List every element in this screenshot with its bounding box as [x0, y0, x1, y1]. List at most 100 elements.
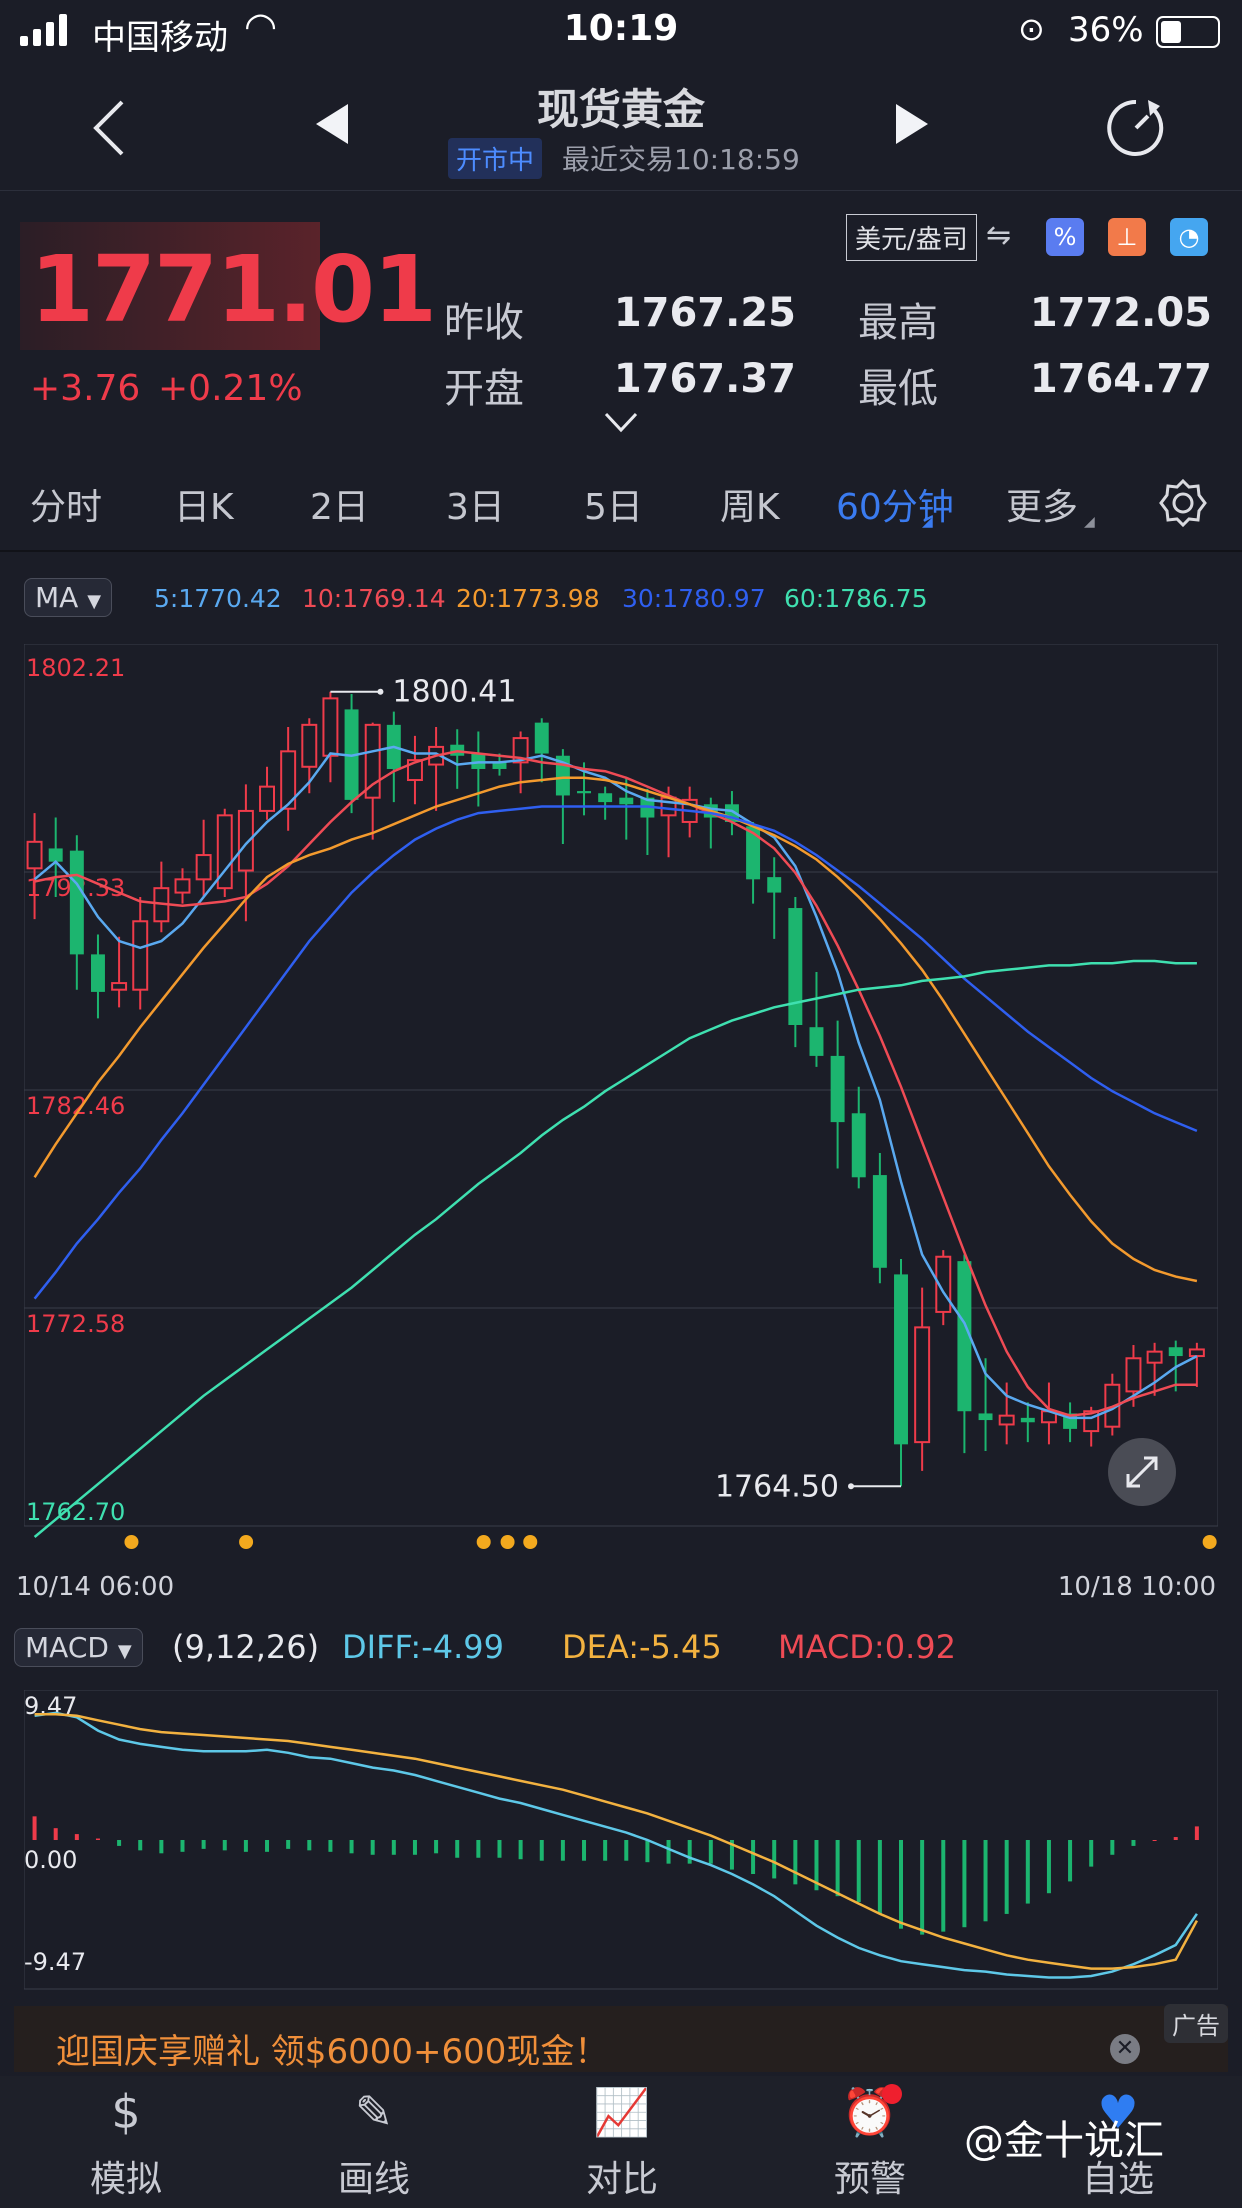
macd-chart[interactable]: 9.470.00-9.47 — [24, 1690, 1218, 1990]
pie-chart-icon[interactable]: ◔ — [1170, 218, 1208, 256]
macd-bar — [772, 1840, 777, 1879]
candle-body — [322, 697, 339, 757]
settings-gear-icon[interactable] — [1158, 478, 1208, 528]
macd-bar — [370, 1840, 375, 1855]
macd-bar — [1152, 1840, 1157, 1841]
low-label: 最低 — [858, 366, 938, 412]
tab-3day[interactable]: 3日 — [446, 478, 505, 530]
macd-bar — [877, 1840, 882, 1914]
line-chart-icon: 📈 — [593, 2085, 651, 2139]
candle-body — [830, 1055, 845, 1123]
macd-selector[interactable]: MACD ▼ — [14, 1628, 143, 1667]
macd-bar — [349, 1840, 354, 1854]
event-dot — [239, 1535, 254, 1549]
nav-alert-label: 预警 — [833, 2159, 906, 2200]
event-dot — [523, 1535, 538, 1549]
candle-body — [851, 1113, 866, 1178]
nav-compare-label: 对比 — [585, 2159, 658, 2200]
macd-bar — [138, 1840, 143, 1851]
macd-value: MACD:0.92 — [778, 1628, 956, 1666]
y-axis-label: 1802.21 — [26, 654, 125, 682]
current-price: 1771.01 — [30, 236, 437, 343]
high-value: 1772.05 — [1029, 290, 1212, 336]
nav-draw[interactable]: ✎ 画线 — [284, 2082, 464, 2202]
candle-body — [174, 878, 191, 894]
low-annotation: 1764.50 — [715, 1469, 839, 1504]
status-bar: 中国移动 ◠ 10:19 ⊙ 36% — [0, 0, 1242, 62]
macd-bar — [117, 1840, 122, 1846]
macd-bar — [941, 1840, 946, 1932]
macd-bar — [95, 1838, 100, 1840]
macd-bar — [1046, 1840, 1051, 1894]
macd-bar — [497, 1840, 502, 1858]
chevron-down-icon: ▼ — [87, 591, 102, 612]
alert-badge — [882, 2084, 902, 2104]
macd-bar — [455, 1840, 460, 1858]
macd-bar — [286, 1840, 291, 1849]
macd-params: (9,12,26) — [172, 1628, 320, 1666]
prev-close-label: 昨收 — [444, 300, 524, 346]
macd-bar — [835, 1840, 840, 1897]
candlestick-chart[interactable]: 1802.211792.331782.461772.581762.701800.… — [24, 644, 1218, 1556]
macd-bar — [962, 1840, 967, 1928]
swap-unit-icon[interactable]: ⇋ — [986, 218, 1011, 253]
ma-selector[interactable]: MA ▼ — [24, 578, 113, 617]
macd-bar — [603, 1840, 608, 1861]
refresh-icon[interactable] — [1104, 96, 1168, 160]
macd-bar — [624, 1840, 629, 1861]
candle-body — [90, 954, 105, 992]
ma5-line — [33, 745, 1198, 1420]
alarm-icon: ⏰ — [841, 2085, 899, 2139]
macd-diff-value: DIFF:-4.99 — [342, 1628, 504, 1666]
macd-bar — [1004, 1840, 1009, 1914]
rotation-lock-icon: ⊙ — [1018, 10, 1045, 48]
open-label: 开盘 — [444, 366, 524, 412]
macd-bar — [1089, 1840, 1094, 1867]
tab-2day[interactable]: 2日 — [310, 478, 369, 530]
tab-intraday[interactable]: 分时 — [30, 478, 102, 530]
candle-body — [1146, 1350, 1163, 1364]
ma30-value: 30:1780.97 — [622, 584, 766, 613]
tab-more[interactable]: 更多 — [1006, 478, 1078, 530]
macd-selector-label: MACD — [25, 1631, 109, 1664]
unit-selector[interactable]: 美元/盎司 — [846, 214, 977, 261]
event-dot — [476, 1535, 491, 1549]
tab-weekly-k[interactable]: 周K — [720, 478, 780, 530]
lighthouse-icon[interactable]: ⊥ — [1108, 218, 1146, 256]
pen-icon: ✎ — [354, 2085, 394, 2139]
ma20-line — [33, 776, 1198, 1283]
candle-body — [534, 722, 549, 754]
candle-body — [998, 1414, 1015, 1426]
event-dot — [1202, 1535, 1217, 1549]
nav-bar: 现货黄金 开市中 最近交易10:18:59 — [0, 70, 1242, 191]
candle-body — [48, 848, 63, 862]
percent-icon[interactable]: % — [1046, 218, 1084, 256]
next-instrument-icon[interactable] — [890, 102, 930, 146]
macd-bar — [687, 1840, 692, 1864]
watermark: @金十说汇 — [964, 2118, 1164, 2164]
period-tabs: 分时 日K 2日 3日 5日 周K 60分钟 ◢ 更多 ◢ — [0, 458, 1242, 552]
tab-daily-k[interactable]: 日K — [174, 478, 234, 530]
macd-bar — [518, 1840, 523, 1860]
candle-body — [978, 1413, 993, 1421]
tab-60min[interactable]: 60分钟 — [836, 478, 954, 530]
expand-quote-icon[interactable] — [604, 412, 638, 434]
diff-line — [34, 1711, 1198, 1979]
nav-simulate-label: 模拟 — [89, 2159, 162, 2200]
candle-body — [259, 785, 276, 812]
tab-5day[interactable]: 5日 — [584, 478, 643, 530]
macd-bar — [434, 1840, 439, 1854]
candle-body — [132, 920, 149, 991]
ad-close-icon[interactable]: ✕ — [1110, 2034, 1140, 2064]
ad-text[interactable]: 迎国庆享赠礼 领$6000+600现金！ — [56, 2024, 608, 2073]
nav-compare[interactable]: 📈 对比 — [532, 2082, 712, 2202]
macd-bar — [265, 1840, 270, 1852]
high-annotation: 1800.41 — [392, 675, 516, 710]
macd-axis-label: -9.47 — [24, 1948, 86, 1976]
macd-bar — [793, 1840, 798, 1885]
candle-body — [1168, 1347, 1183, 1357]
ma60-line — [33, 959, 1197, 1538]
nav-simulate[interactable]: $ 模拟 — [36, 2082, 216, 2202]
nav-alert[interactable]: ⏰ 预警 — [780, 2082, 960, 2202]
candle-body — [364, 723, 381, 799]
